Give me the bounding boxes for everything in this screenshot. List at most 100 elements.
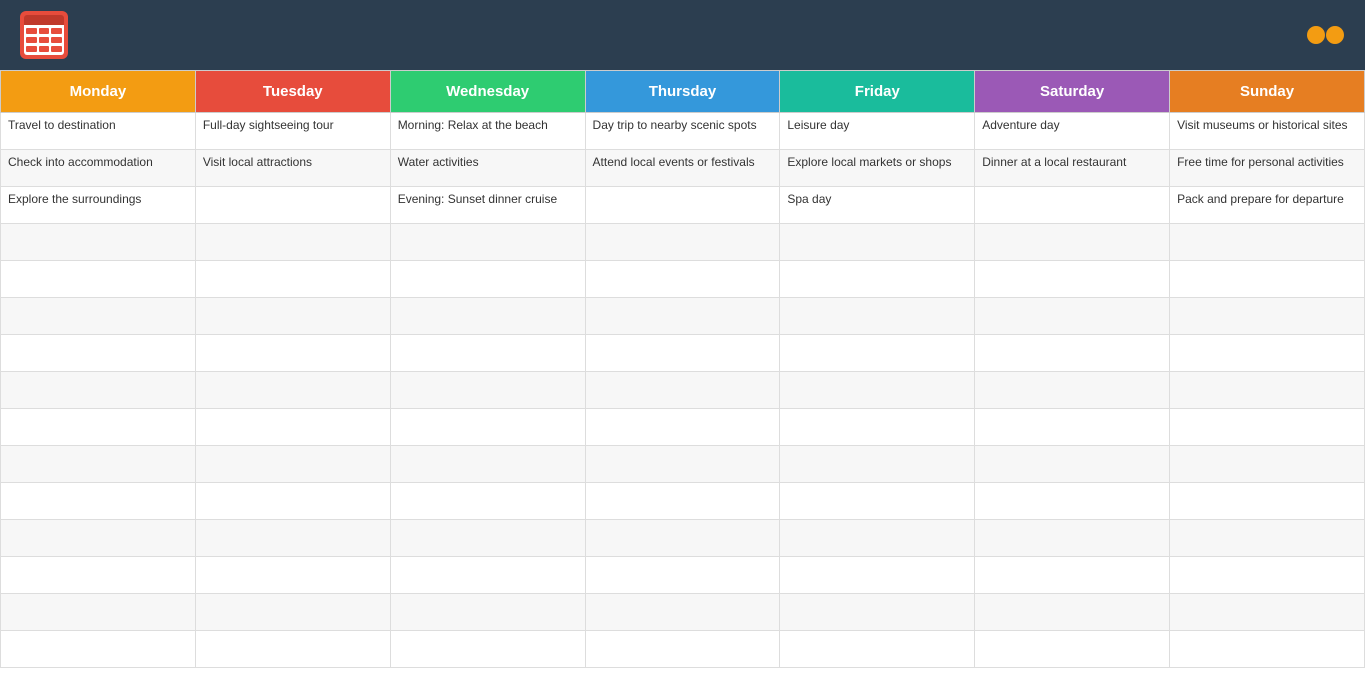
table-cell xyxy=(195,594,390,631)
table-cell xyxy=(585,224,780,261)
table-row xyxy=(1,409,1365,446)
table-cell: Adventure day xyxy=(975,113,1170,150)
table-cell xyxy=(1,335,196,372)
table-cell xyxy=(780,372,975,409)
table-cell xyxy=(195,409,390,446)
table-cell xyxy=(195,483,390,520)
col-header-thursday: Thursday xyxy=(585,71,780,113)
table-cell xyxy=(390,483,585,520)
table-cell: Visit museums or historical sites xyxy=(1170,113,1365,150)
table-cell xyxy=(585,187,780,224)
col-header-tuesday: Tuesday xyxy=(195,71,390,113)
col-header-wednesday: Wednesday xyxy=(390,71,585,113)
table-cell xyxy=(1170,298,1365,335)
table-cell xyxy=(390,631,585,668)
header-left xyxy=(20,11,82,59)
table-cell: Pack and prepare for departure xyxy=(1170,187,1365,224)
table-cell xyxy=(1,409,196,446)
table-cell xyxy=(195,298,390,335)
table-row xyxy=(1,335,1365,372)
header xyxy=(0,0,1365,70)
table-row xyxy=(1,224,1365,261)
table-cell xyxy=(1,224,196,261)
table-cell: Dinner at a local restaurant xyxy=(975,150,1170,187)
table-cell xyxy=(390,335,585,372)
table-cell xyxy=(780,483,975,520)
table-cell xyxy=(780,557,975,594)
table-cell xyxy=(585,298,780,335)
col-header-sunday: Sunday xyxy=(1170,71,1365,113)
table-cell: Full-day sightseeing tour xyxy=(195,113,390,150)
table-cell xyxy=(975,594,1170,631)
table-cell xyxy=(1170,631,1365,668)
table-cell xyxy=(975,631,1170,668)
table-cell xyxy=(390,372,585,409)
calendar-table: MondayTuesdayWednesdayThursdayFridaySatu… xyxy=(0,70,1365,668)
table-cell xyxy=(780,594,975,631)
table-cell xyxy=(1170,446,1365,483)
logo-circle xyxy=(1307,26,1325,44)
table-cell xyxy=(780,261,975,298)
table-cell: Leisure day xyxy=(780,113,975,150)
table-cell xyxy=(585,520,780,557)
calendar-container: MondayTuesdayWednesdayThursdayFridaySatu… xyxy=(0,70,1365,668)
logo-text xyxy=(1326,26,1344,44)
table-cell xyxy=(390,557,585,594)
table-cell xyxy=(390,261,585,298)
table-cell: Attend local events or festivals xyxy=(585,150,780,187)
table-cell xyxy=(975,224,1170,261)
table-cell xyxy=(390,446,585,483)
table-row xyxy=(1,446,1365,483)
table-cell xyxy=(1,298,196,335)
table-cell: Visit local attractions xyxy=(195,150,390,187)
table-cell xyxy=(1170,594,1365,631)
table-cell xyxy=(780,335,975,372)
table-row xyxy=(1,631,1365,668)
table-cell xyxy=(390,224,585,261)
table-row: Travel to destinationFull-day sightseein… xyxy=(1,113,1365,150)
table-cell: Explore the surroundings xyxy=(1,187,196,224)
table-cell xyxy=(975,335,1170,372)
table-cell xyxy=(585,483,780,520)
table-cell xyxy=(1,261,196,298)
table-cell xyxy=(975,557,1170,594)
table-cell xyxy=(975,298,1170,335)
table-row xyxy=(1,298,1365,335)
header-logo xyxy=(1307,19,1345,51)
table-cell xyxy=(975,409,1170,446)
table-cell xyxy=(1,372,196,409)
table-cell xyxy=(1,557,196,594)
table-cell xyxy=(975,520,1170,557)
calendar-header: MondayTuesdayWednesdayThursdayFridaySatu… xyxy=(1,71,1365,113)
table-cell: Water activities xyxy=(390,150,585,187)
table-cell xyxy=(585,446,780,483)
table-cell xyxy=(1170,483,1365,520)
table-cell xyxy=(1170,372,1365,409)
table-cell: Travel to destination xyxy=(1,113,196,150)
table-cell xyxy=(1,483,196,520)
table-cell xyxy=(1170,335,1365,372)
table-cell xyxy=(195,335,390,372)
table-cell xyxy=(1,446,196,483)
table-cell xyxy=(780,298,975,335)
table-cell xyxy=(195,520,390,557)
table-row: Explore the surroundings Evening: Sunset … xyxy=(1,187,1365,224)
table-cell xyxy=(975,187,1170,224)
table-cell: Check into accommodation xyxy=(1,150,196,187)
table-cell: Evening: Sunset dinner cruise xyxy=(390,187,585,224)
col-header-saturday: Saturday xyxy=(975,71,1170,113)
table-cell xyxy=(975,446,1170,483)
table-row xyxy=(1,557,1365,594)
table-cell xyxy=(780,409,975,446)
table-cell xyxy=(780,446,975,483)
table-row xyxy=(1,520,1365,557)
table-cell xyxy=(585,335,780,372)
table-cell xyxy=(195,557,390,594)
table-cell xyxy=(780,224,975,261)
table-cell: Free time for personal activities xyxy=(1170,150,1365,187)
table-cell xyxy=(195,187,390,224)
table-cell xyxy=(1,631,196,668)
table-row: Check into accommodationVisit local attr… xyxy=(1,150,1365,187)
table-cell xyxy=(975,483,1170,520)
calendar-body: Travel to destinationFull-day sightseein… xyxy=(1,113,1365,668)
